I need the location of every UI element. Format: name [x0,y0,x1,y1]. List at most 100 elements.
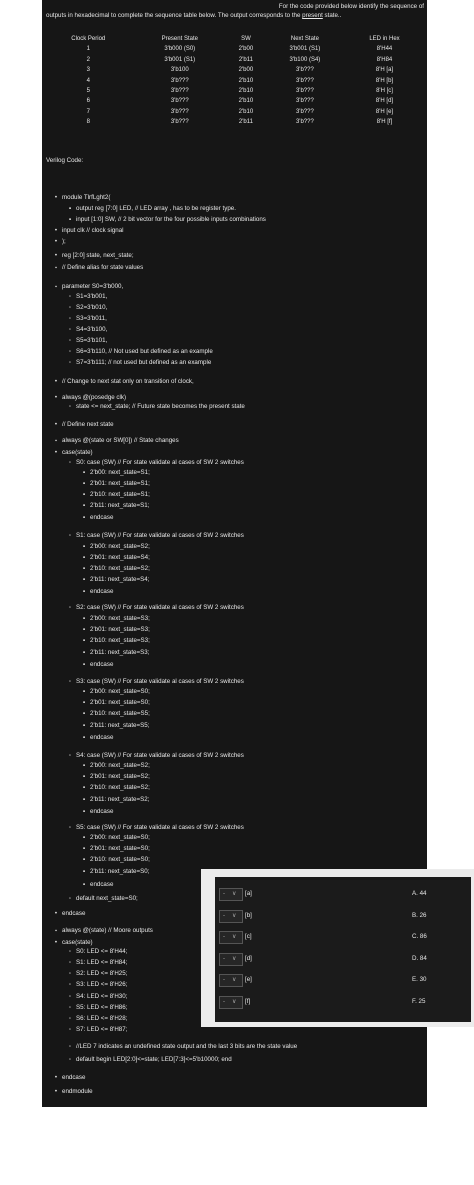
code-text: 2'b11: next_state=S5; [90,722,150,729]
sequence-table: Clock Period Present State SW Next State… [44,34,424,128]
code-text: S4: case (SW) // For state validate al c… [76,752,244,759]
code-line: // Change to next stat only on transitio… [50,377,194,387]
answer-row: - ∨ [b] B. 26 [215,905,471,927]
code-text: endcase [90,661,114,668]
bullet-icon [78,564,90,574]
answer-label: [d] [245,954,252,962]
bullet-icon [64,1025,76,1035]
code-text: 2'b00: next_state=S1; [90,469,150,476]
code-line: 2'b11: next_state=S1; [78,501,149,511]
answer-select[interactable]: - ∨ [219,909,243,923]
code-text: 2'b01: next_state=S1; [90,480,150,487]
bullet-icon [78,614,90,624]
select-placeholder: - [223,977,225,983]
code-text: 2'b10: next_state=S0; [90,856,150,863]
code-text: 2'b01: next_state=S3; [90,626,150,633]
code-text: case(state) [62,939,93,946]
table-cell: 2'b10 [238,108,254,115]
answer-select[interactable]: - ∨ [219,888,243,901]
code-text: S5: case (SW) // For state validate al c… [76,824,244,831]
bullet-icon [50,1073,62,1083]
table-cell: 3'b??? [170,77,189,84]
code-line: endcase [78,660,113,670]
bullet-icon [64,458,76,468]
code-text: S2: LED <= 8'H25; [76,970,128,977]
bullet-icon [78,513,90,523]
bullet-icon [78,772,90,782]
code-line: S2: case (SW) // For state validate al c… [64,603,244,613]
bullet-icon [50,193,62,203]
col-header: Next State [290,36,319,42]
col-header: SW [241,36,251,42]
code-line: S5: LED <= 8'H86; [64,1003,127,1013]
code-text: case(state) [62,449,93,456]
bullet-icon [64,1055,76,1065]
bullet-icon [78,468,90,478]
bullet-icon [64,751,76,761]
answer-select[interactable]: - ∨ [219,974,243,987]
code-line: 2'b11: next_state=S2; [78,795,149,805]
code-line: //LED 7 indicates an undefined state out… [64,1042,297,1052]
code-text: parameter S0=3'b000, [62,283,124,290]
table-row: 5 3'b??? 2'b10 3'b??? 8'H [c] [44,86,424,96]
code-line: endcase [78,513,113,523]
code-line: input [1:0] SW, // 2 bit vector for the … [64,215,266,225]
bullet-icon [78,625,90,635]
code-text: S2: case (SW) // For state validate al c… [76,604,244,611]
code-text: 2'b11: next_state=S4; [90,576,150,583]
answer-row: - ∨ [f] F. 25 [215,991,471,1013]
code-text: ); [62,238,66,245]
intro-line-1: For the code provided below identify the… [278,3,424,10]
code-text: endcase [62,910,86,917]
code-text: 2'b00: next_state=S2; [90,543,150,550]
code-text: S4: LED <= 8'H30; [76,993,128,1000]
code-line: 2'b11: next_state=S4; [78,575,149,585]
code-line: // Define alias for state values [50,263,143,273]
table-cell: 3'b??? [170,98,189,105]
code-text: S5: LED <= 8'H86; [76,1004,128,1011]
table-cell: 8'H [f] [376,119,393,126]
answer-select[interactable]: - ∨ [219,952,243,966]
bullet-icon [78,501,90,511]
select-placeholder: - [223,998,225,1005]
code-line: default begin LED[2:0]<=state; LED[7:3]<… [64,1055,232,1065]
table-row: 3 3'b100 2'b00 3'b??? 8'H [a] [44,65,424,75]
code-line: S1: LED <= 8'H84; [64,958,127,968]
code-text: 2'b11: next_state=S1; [90,502,150,509]
code-text: 2'b10: next_state=S5; [90,710,150,717]
bullet-icon [50,926,62,936]
code-line: 2'b00: next_state=S1; [78,468,150,478]
code-text: input clk // clock signal [62,227,124,234]
bullet-icon [50,938,62,948]
code-line: 2'b01: next_state=S3; [78,625,150,635]
answer-label: [c] [245,933,252,940]
code-text: S0: case (SW) // For state validate al c… [76,459,244,466]
bullet-icon [78,867,90,877]
table-row: 8 3'b??? 2'b11 3'b??? 8'H [f] [44,117,424,127]
table-cell: 3'b??? [295,88,314,95]
answer-option: D. 84 [412,954,427,962]
code-line: 2'b01: next_state=S1; [78,479,150,489]
table-row: 2 3'b001 (S1) 2'b11 3'b100 (S4) 8'H84 [44,55,424,65]
code-line: case(state) [50,448,93,458]
code-text: 2'b00: next_state=S2; [90,762,150,769]
table-cell: 8'H44 [376,46,393,53]
table-cell: 2'b00 [238,46,254,53]
code-text: 2'b11: next_state=S0; [90,868,150,875]
code-text: S7: LED <= 8'H87; [76,1026,128,1033]
table-cell: 3'b??? [170,119,189,126]
bullet-icon [78,833,90,843]
table-row: 4 3'b??? 2'b10 3'b??? 8'H [b] [44,76,424,86]
answer-option: C. 86 [412,933,427,940]
bullet-icon [78,795,90,805]
code-line: 2'b11: next_state=S5; [78,721,149,731]
answer-select[interactable]: - ∨ [219,931,243,944]
code-text: endcase [90,808,114,815]
code-line: module TlrfLght2( [50,193,110,203]
code-text: // Define alias for state values [62,264,144,271]
answer-select[interactable]: - ∨ [219,995,243,1009]
bullet-icon [64,402,76,412]
code-text: 2'b10: next_state=S1; [90,491,150,498]
answer-panel: - ∨ [a] A. 44- ∨ [b] B. 26- ∨ [c] C. 86- ∨ [d] D. 84… [201,869,474,1027]
answer-option: A. 44 [412,890,427,897]
